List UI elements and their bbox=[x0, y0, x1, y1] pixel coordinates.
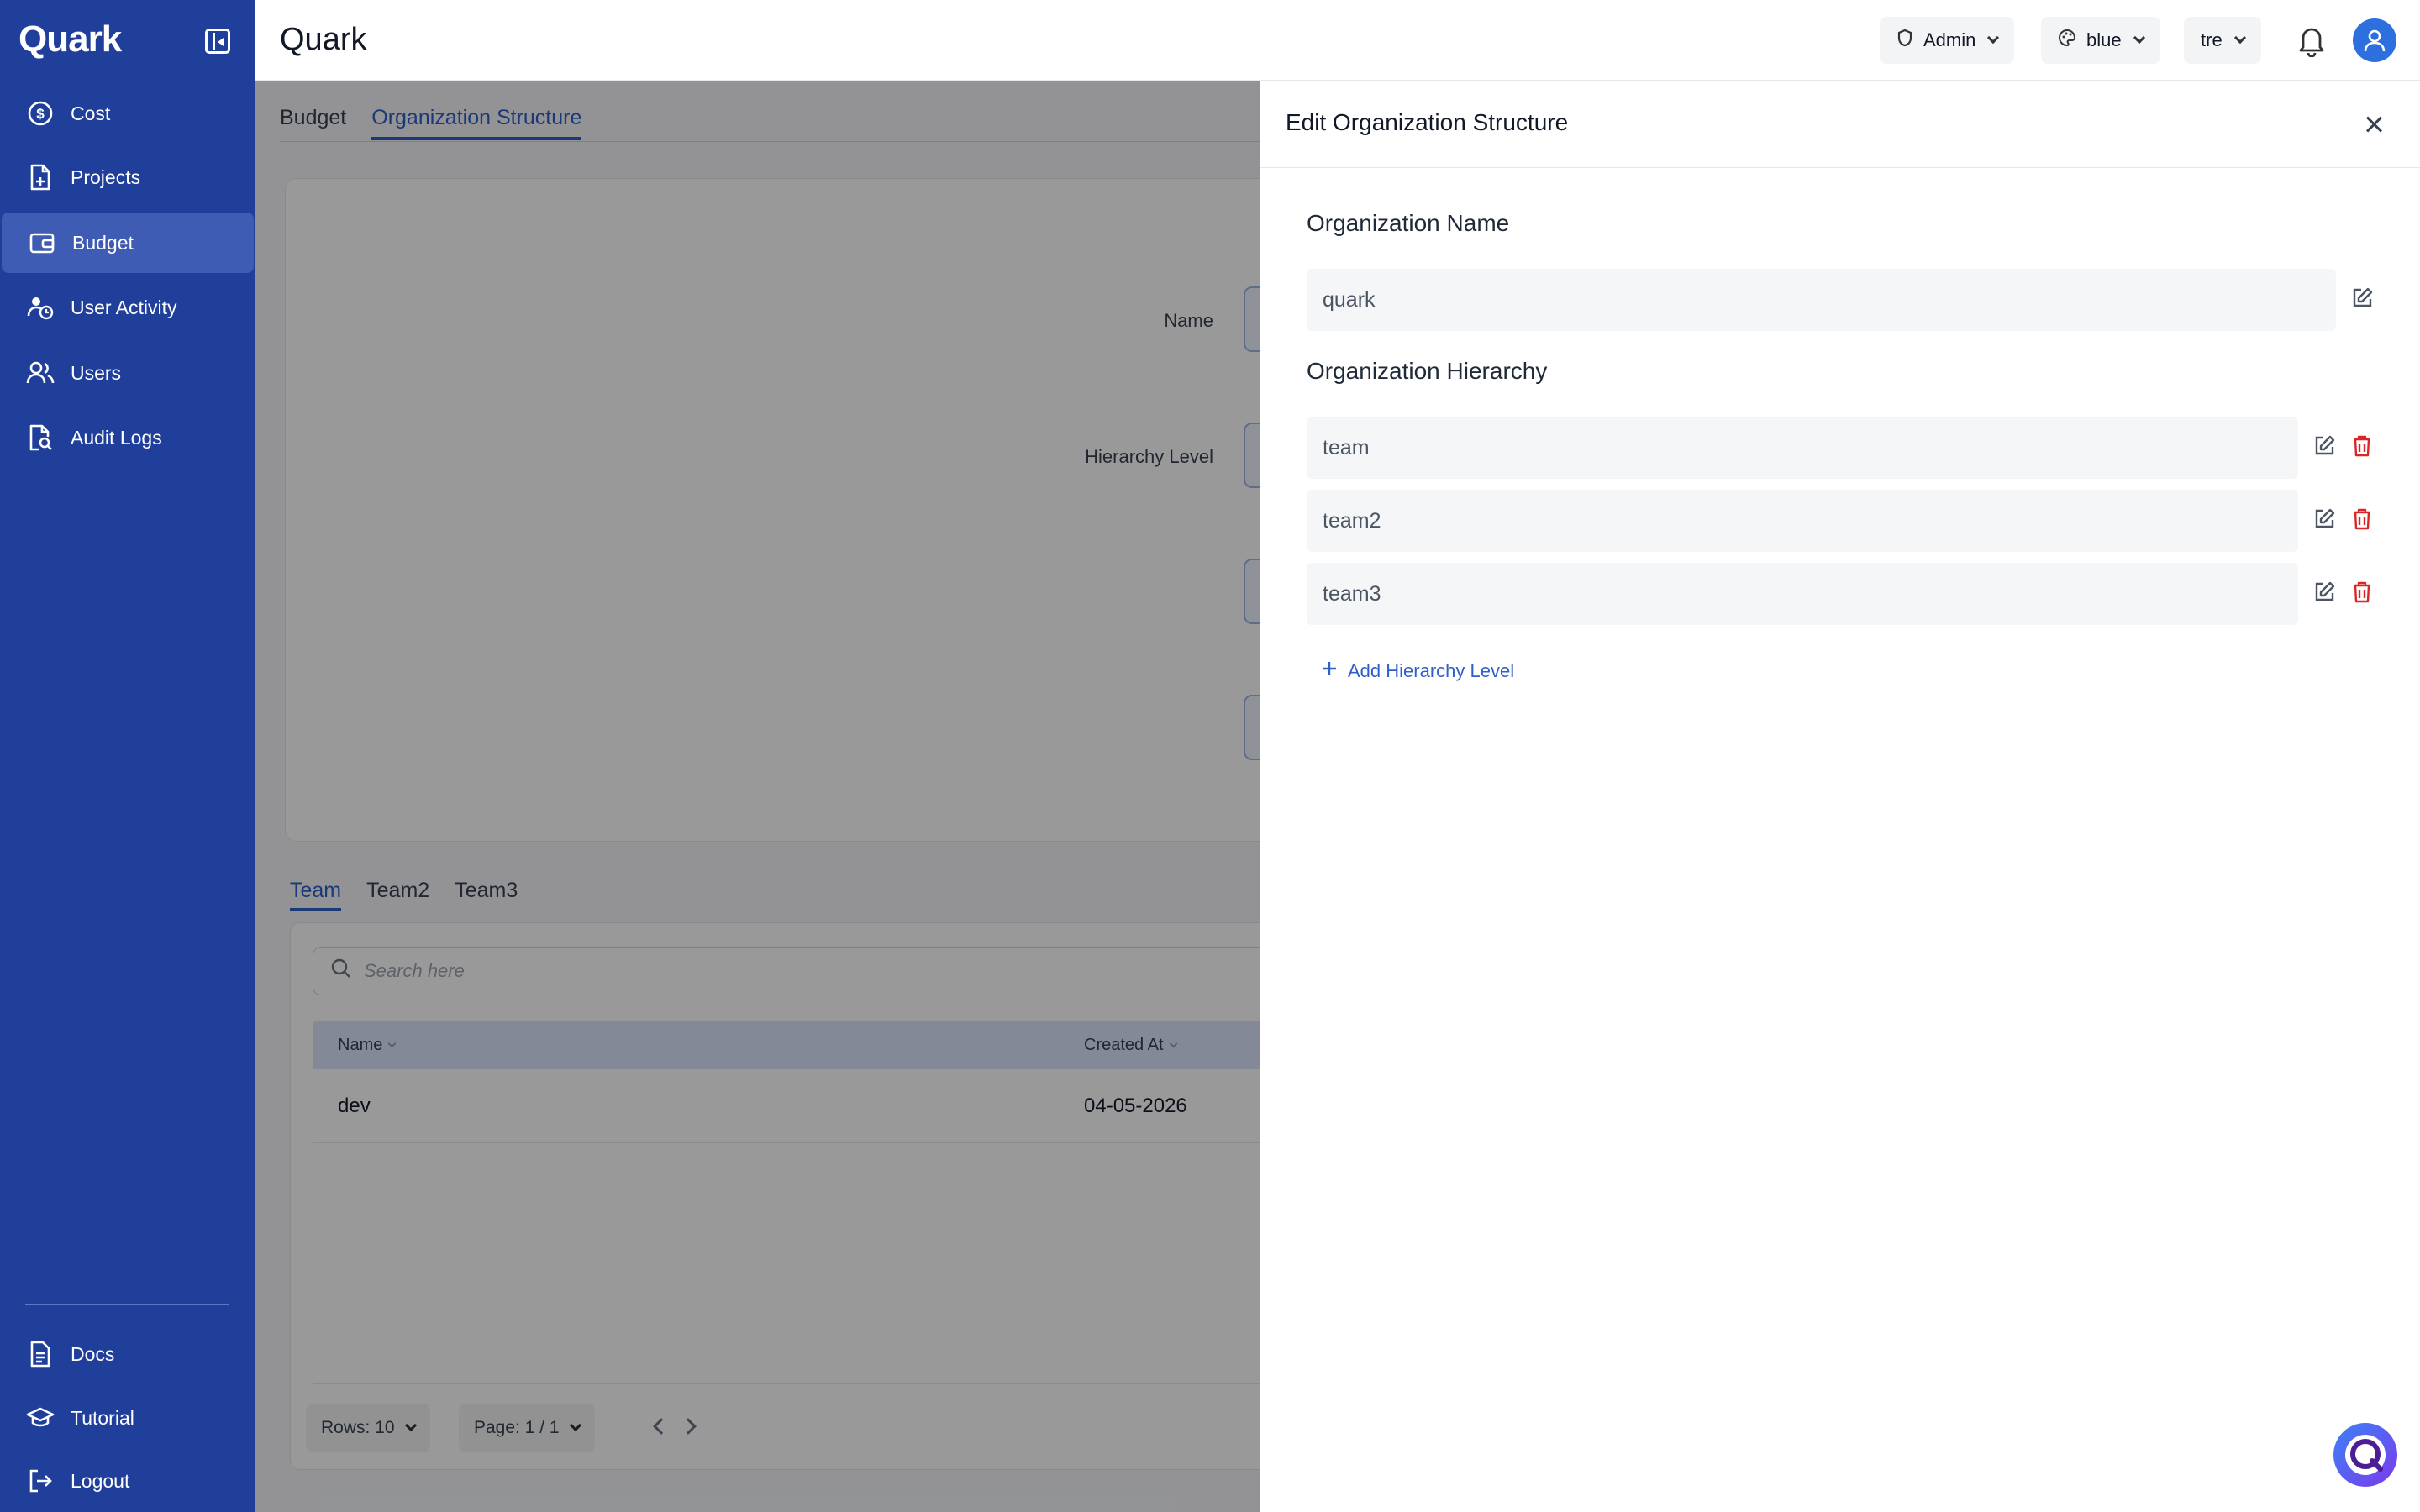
logout-icon bbox=[25, 1466, 55, 1496]
sidebar-item-tutorial[interactable]: Tutorial bbox=[0, 1388, 255, 1448]
org-name-value: quark bbox=[1323, 287, 1376, 312]
app-logo: Quark bbox=[18, 18, 122, 60]
sidebar-item-user-activity[interactable]: User Activity bbox=[0, 277, 255, 338]
document-icon bbox=[25, 1339, 55, 1369]
org-label: tre bbox=[2201, 29, 2223, 50]
org-hierarchy-label: Organization Hierarchy bbox=[1307, 358, 1548, 384]
sidebar: Quark $ Cost Projects Budget User Activi… bbox=[0, 0, 255, 1512]
sidebar-item-audit-logs[interactable]: Audit Logs bbox=[0, 407, 255, 468]
drawer-title: Edit Organization Structure bbox=[1286, 109, 1569, 135]
sidebar-item-label: Tutorial bbox=[71, 1406, 134, 1429]
users-icon bbox=[25, 358, 55, 388]
user-clock-icon bbox=[25, 292, 55, 323]
trash-icon[interactable] bbox=[2349, 433, 2375, 459]
hierarchy-level-value: team2 bbox=[1323, 508, 1381, 533]
dollar-circle-icon: $ bbox=[25, 98, 55, 129]
file-search-icon bbox=[25, 423, 55, 453]
hierarchy-level-value: team3 bbox=[1323, 581, 1381, 606]
graduation-cap-icon bbox=[25, 1403, 55, 1433]
file-plus-icon bbox=[25, 162, 55, 192]
avatar[interactable] bbox=[2353, 18, 2396, 62]
modal-overlay[interactable] bbox=[255, 81, 1260, 1512]
org-name-label: Organization Name bbox=[1307, 210, 1510, 236]
sidebar-collapse-icon[interactable] bbox=[205, 29, 230, 54]
org-name-field[interactable]: quark bbox=[1307, 269, 2336, 331]
shield-icon bbox=[1897, 29, 1913, 52]
sidebar-item-label: Users bbox=[71, 361, 122, 384]
sidebar-item-label: Audit Logs bbox=[71, 426, 162, 449]
sidebar-item-docs[interactable]: Docs bbox=[0, 1324, 255, 1384]
palette-icon bbox=[2058, 29, 2076, 52]
svg-text:$: $ bbox=[36, 106, 45, 122]
theme-dropdown[interactable]: blue bbox=[2041, 17, 2160, 64]
close-icon[interactable] bbox=[2363, 113, 2386, 136]
chevron-down-icon bbox=[2233, 31, 2246, 45]
hierarchy-level-field[interactable]: team2 bbox=[1307, 490, 2298, 552]
page-title: Quark bbox=[280, 22, 367, 57]
hierarchy-level-field[interactable]: team bbox=[1307, 417, 2298, 479]
add-hierarchy-level-label: Add Hierarchy Level bbox=[1348, 660, 1515, 681]
sidebar-item-label: Logout bbox=[71, 1469, 130, 1492]
plus-icon bbox=[1321, 660, 1338, 682]
add-hierarchy-level-button[interactable]: Add Hierarchy Level bbox=[1321, 660, 1514, 682]
chevron-down-icon bbox=[1987, 31, 2000, 45]
role-dropdown[interactable]: Admin bbox=[1880, 17, 2015, 64]
sidebar-item-label: Docs bbox=[71, 1342, 115, 1365]
sidebar-item-label: User Activity bbox=[71, 296, 177, 318]
hierarchy-level-value: team bbox=[1323, 435, 1370, 459]
edit-icon[interactable] bbox=[2312, 580, 2337, 605]
theme-label: blue bbox=[2086, 29, 2122, 50]
edit-icon[interactable] bbox=[2312, 433, 2337, 459]
sidebar-item-users[interactable]: Users bbox=[0, 343, 255, 403]
sidebar-item-logout[interactable]: Logout bbox=[0, 1451, 255, 1511]
hierarchy-level-field[interactable]: team3 bbox=[1307, 563, 2298, 625]
assistant-chat-icon[interactable] bbox=[2333, 1423, 2397, 1487]
sidebar-item-label: Projects bbox=[71, 165, 141, 188]
edit-org-drawer: Edit Organization Structure Organization… bbox=[1260, 81, 2420, 1512]
role-label: Admin bbox=[1923, 29, 1976, 50]
sidebar-item-budget[interactable]: Budget bbox=[2, 213, 254, 273]
sidebar-item-label: Cost bbox=[71, 102, 111, 124]
sidebar-item-projects[interactable]: Projects bbox=[0, 147, 255, 207]
wallet-icon bbox=[27, 228, 57, 258]
chevron-down-icon bbox=[2133, 31, 2145, 45]
bell-icon[interactable] bbox=[2296, 24, 2327, 61]
trash-icon[interactable] bbox=[2349, 507, 2375, 532]
trash-icon[interactable] bbox=[2349, 580, 2375, 605]
sidebar-divider bbox=[25, 1304, 229, 1305]
sidebar-item-label: Budget bbox=[72, 231, 134, 254]
edit-icon[interactable] bbox=[2312, 507, 2337, 532]
sidebar-item-cost[interactable]: $ Cost bbox=[0, 83, 255, 144]
top-header: Quark Admin blue tre bbox=[255, 0, 2420, 81]
drawer-header: Edit Organization Structure bbox=[1260, 81, 2420, 168]
org-dropdown[interactable]: tre bbox=[2184, 17, 2261, 64]
edit-icon[interactable] bbox=[2349, 286, 2375, 311]
